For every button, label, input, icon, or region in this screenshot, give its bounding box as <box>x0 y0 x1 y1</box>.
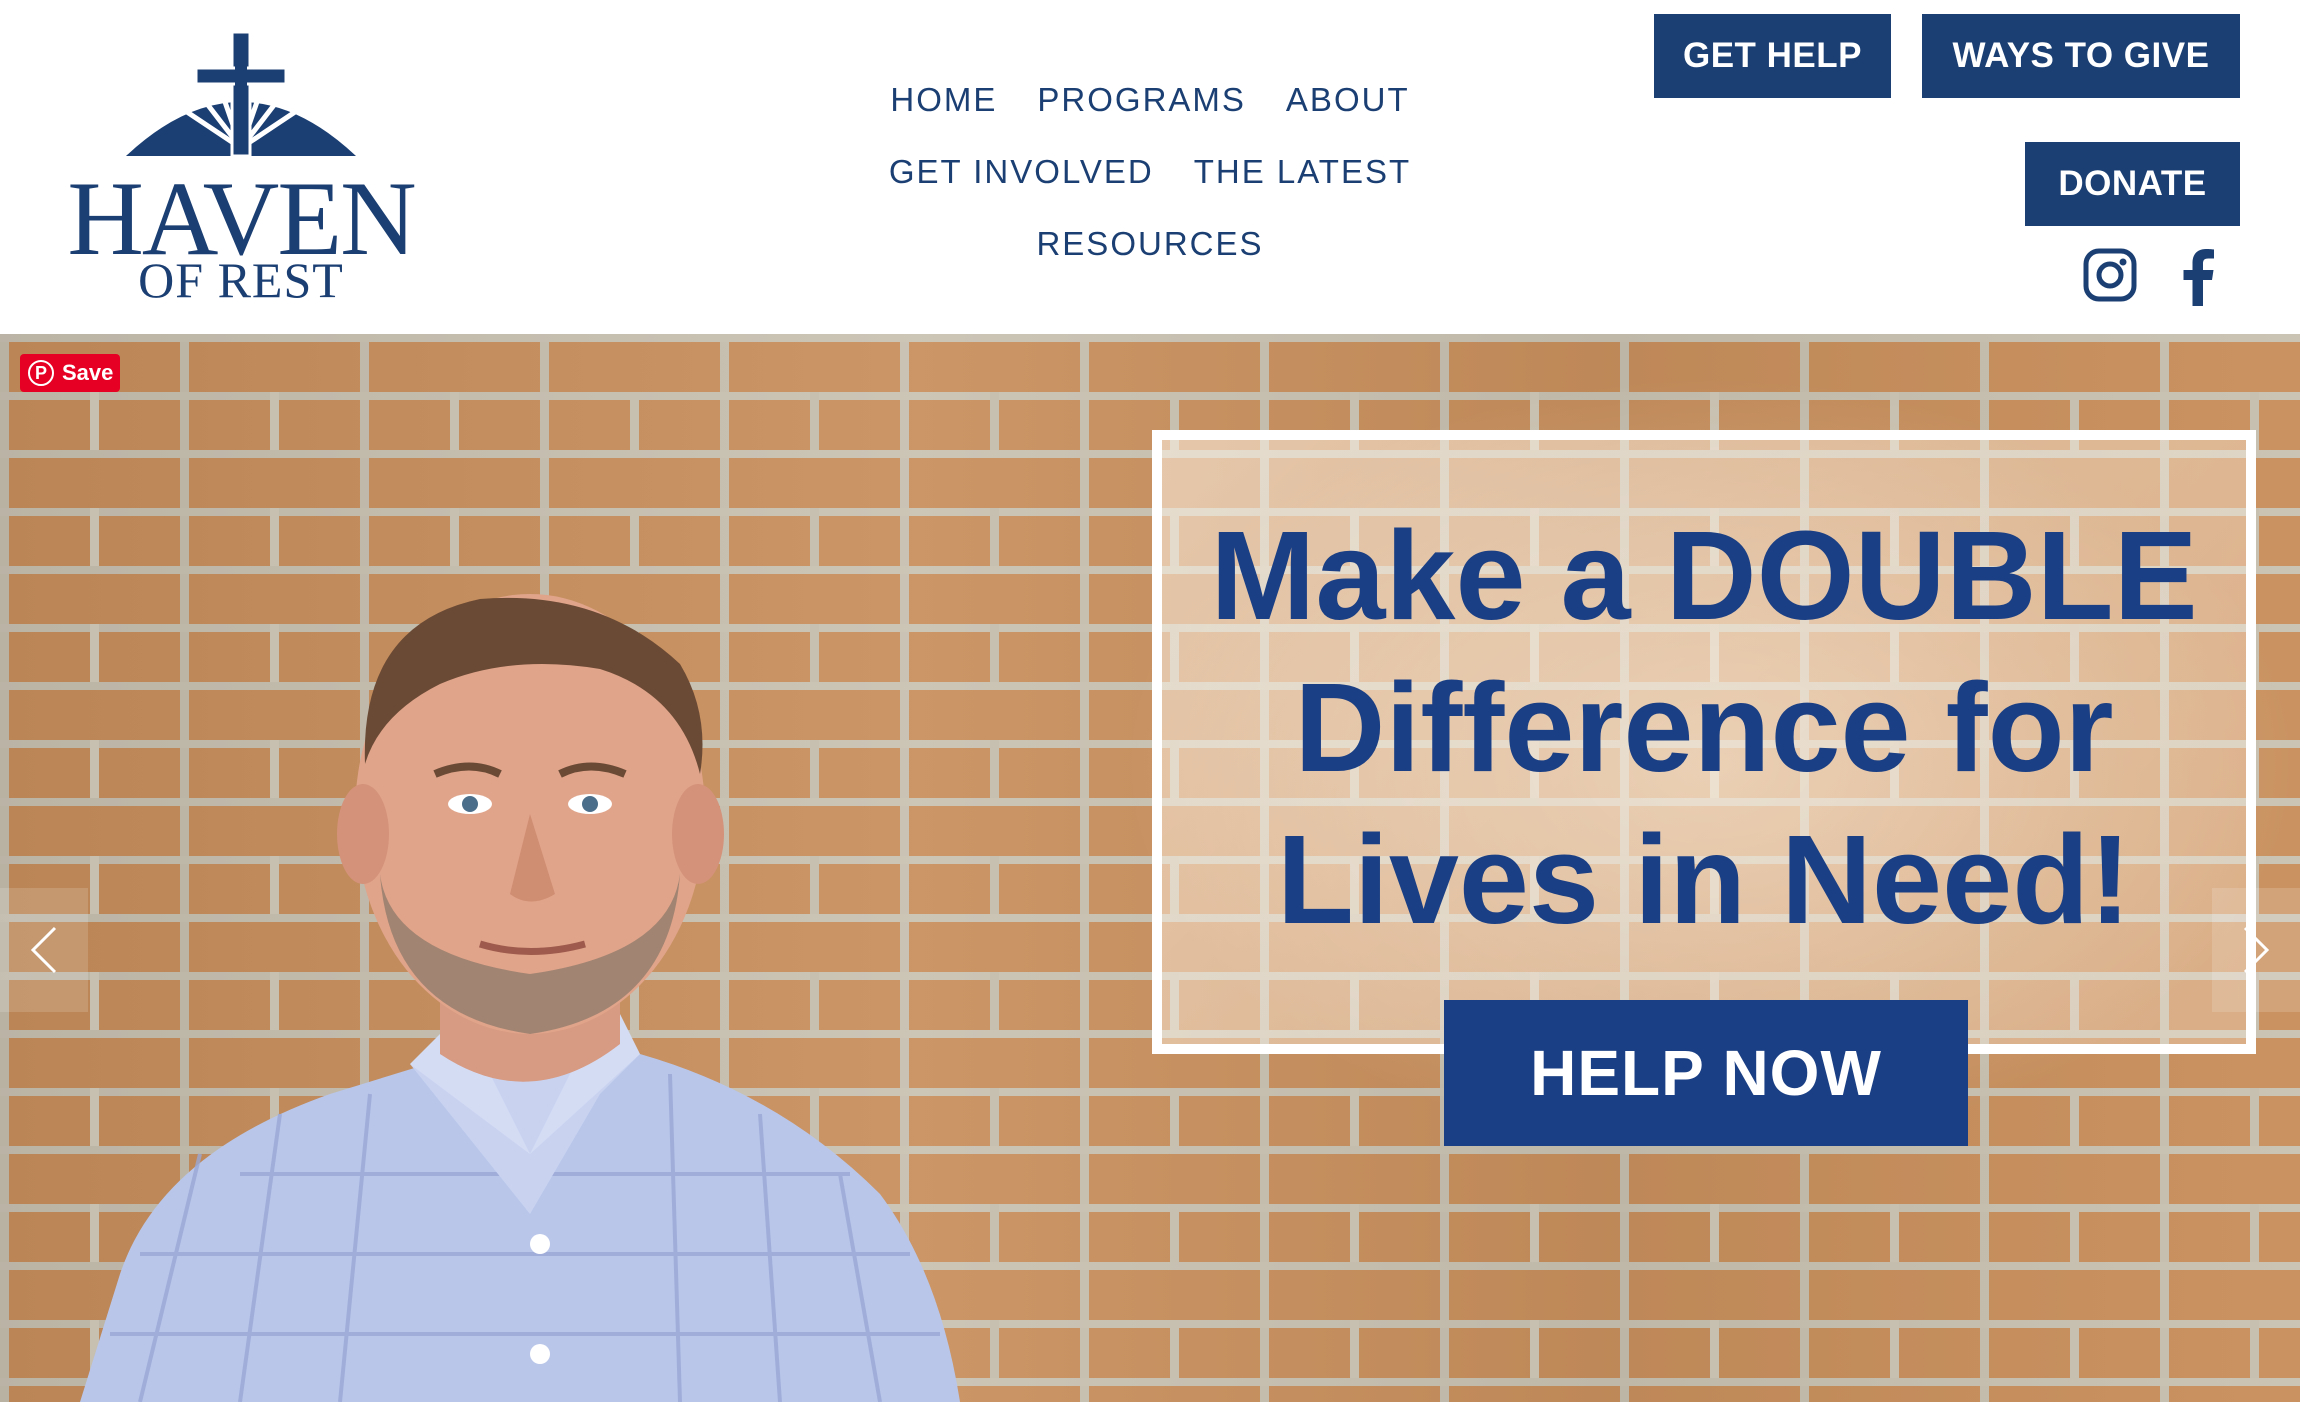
pinterest-icon: P <box>28 360 54 386</box>
nav-item-resources[interactable]: RESOURCES <box>1036 225 1263 263</box>
headline-line: Difference for <box>1294 657 2114 798</box>
get-help-button[interactable]: GET HELP <box>1654 14 1891 98</box>
site-header: HAVEN OF REST HOME PROGRAMS ABOUT GET IN… <box>0 0 2300 334</box>
logo-subtitle: OF REST <box>138 252 344 308</box>
headline-line: Lives in Need! <box>1276 809 2132 950</box>
nav-item-get-involved[interactable]: GET INVOLVED <box>889 153 1154 191</box>
nav-row: RESOURCES <box>860 208 1440 280</box>
instagram-icon[interactable] <box>2083 248 2137 306</box>
hero-portrait-image <box>80 594 960 1402</box>
ways-to-give-button[interactable]: WAYS TO GIVE <box>1922 14 2240 98</box>
slider-next-button[interactable] <box>2212 888 2300 1012</box>
nav-row: HOME PROGRAMS ABOUT <box>860 64 1440 136</box>
chevron-right-icon <box>2243 926 2270 974</box>
headline-frame: Make a DOUBLE Difference for Lives in Ne… <box>1152 430 2256 1054</box>
nav-item-about[interactable]: ABOUT <box>1286 81 1410 119</box>
nav-row: GET INVOLVED THE LATEST <box>860 136 1440 208</box>
hero-slider: P Save Make a DOUBLE Difference for Live… <box>0 334 2300 1402</box>
chevron-left-icon <box>30 926 57 974</box>
facebook-icon[interactable] <box>2175 248 2217 306</box>
hero-headline: Make a DOUBLE Difference for Lives in Ne… <box>1162 500 2246 956</box>
nav-item-programs[interactable]: PROGRAMS <box>1037 81 1246 119</box>
nav-item-home[interactable]: HOME <box>890 81 997 119</box>
pinterest-save-label: Save <box>62 360 114 385</box>
help-now-button[interactable]: HELP NOW <box>1444 1000 1968 1146</box>
main-nav: HOME PROGRAMS ABOUT GET INVOLVED THE LAT… <box>860 64 1440 280</box>
headline-line: Make a DOUBLE <box>1210 505 2198 646</box>
logo[interactable]: HAVEN OF REST <box>56 28 426 308</box>
pinterest-save-button[interactable]: P Save <box>20 354 120 392</box>
cross-sunrise-icon <box>126 30 356 158</box>
nav-item-the-latest[interactable]: THE LATEST <box>1194 153 1411 191</box>
donate-button[interactable]: DONATE <box>2025 142 2240 226</box>
slider-prev-button[interactable] <box>0 888 88 1012</box>
